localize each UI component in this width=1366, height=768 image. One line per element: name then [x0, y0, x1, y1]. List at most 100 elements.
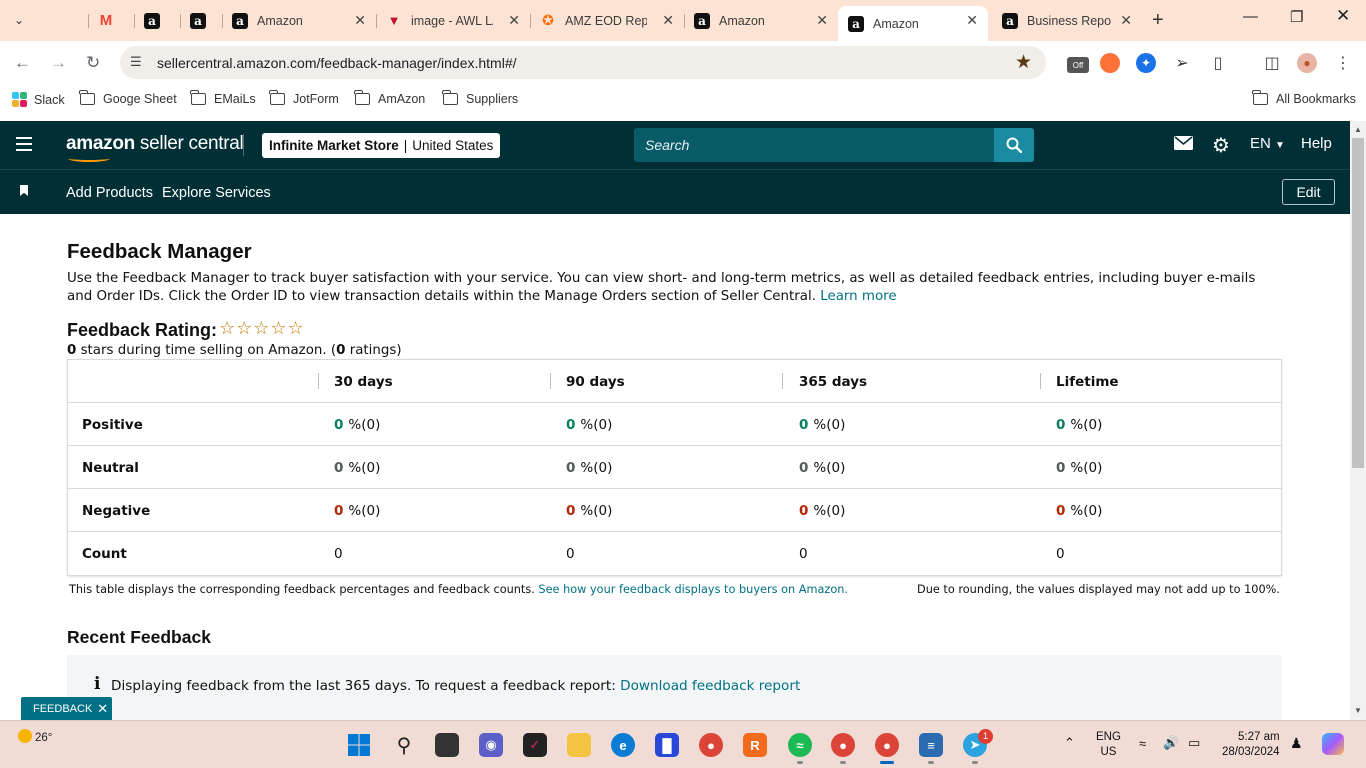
- search-icon[interactable]: ⚲: [392, 733, 416, 757]
- feedback-display-link[interactable]: See how your feedback displays to buyers…: [538, 583, 848, 596]
- media-app-icon[interactable]: ✓: [523, 733, 547, 757]
- tab-slack[interactable]: [42, 6, 89, 35]
- wifi-icon[interactable]: ≈: [1139, 736, 1146, 751]
- remote-app-icon[interactable]: R: [743, 733, 767, 757]
- close-window-icon[interactable]: ✕: [1336, 6, 1350, 26]
- address-bar[interactable]: ☰ sellercentral.amazon.com/feedback-mana…: [120, 46, 1046, 79]
- scroll-up-icon[interactable]: ▲: [1354, 125, 1362, 134]
- close-tab-icon[interactable]: ✕: [662, 12, 674, 29]
- spotify-icon[interactable]: ≈: [788, 733, 812, 757]
- tab-amazon-active[interactable]: a Amazon ✕: [838, 6, 988, 41]
- bookmark-folder-googe-sheet[interactable]: Googe Sheet: [79, 90, 177, 106]
- extension-cursor-icon[interactable]: ➢: [1172, 53, 1192, 73]
- tab-image-awl[interactable]: ▼ image - AWL LA ✕: [376, 6, 531, 35]
- tab-amazon-2[interactable]: a: [180, 6, 223, 35]
- seller-central-logo[interactable]: amazon seller central: [66, 133, 244, 162]
- tab-business-report[interactable]: a Business Report ✕: [992, 6, 1142, 35]
- gmail-icon: M: [99, 12, 113, 29]
- close-icon[interactable]: ✕: [97, 701, 108, 717]
- mail-icon[interactable]: [1174, 136, 1193, 154]
- new-tab-plus-icon[interactable]: +: [1152, 9, 1164, 32]
- feedback-table: 30 days 90 days 365 days Lifetime Positi…: [67, 359, 1282, 576]
- tray-chevron-icon[interactable]: ⌃: [1064, 735, 1075, 750]
- chrome-profile-icon[interactable]: ●: [831, 733, 855, 757]
- search-button[interactable]: [994, 128, 1034, 162]
- extension-orange-icon[interactable]: [1100, 53, 1120, 73]
- url-text[interactable]: sellercentral.amazon.com/feedback-manage…: [157, 55, 517, 71]
- tab-amazon-4[interactable]: a Amazon ✕: [684, 6, 838, 35]
- store-switcher[interactable]: Infinite Market Store | United States: [262, 133, 501, 158]
- teams-chat-icon[interactable]: ◉: [479, 733, 503, 757]
- battery-icon[interactable]: ▭: [1188, 735, 1200, 750]
- scrollbar-thumb[interactable]: [1352, 138, 1364, 468]
- notepad-icon[interactable]: ≡: [919, 733, 943, 757]
- weather-widget[interactable]: 26°: [18, 729, 52, 744]
- help-link[interactable]: Help: [1301, 135, 1332, 152]
- all-bookmarks[interactable]: All Bookmarks: [1252, 90, 1356, 106]
- bookmark-folder-emails[interactable]: EMaiLs: [190, 90, 256, 106]
- feedback-tab-button[interactable]: FEEDBACK ✕: [21, 697, 112, 720]
- chrome-active-icon[interactable]: ●: [875, 733, 899, 757]
- close-tab-icon[interactable]: ✕: [508, 12, 520, 29]
- site-info-icon[interactable]: ☰: [130, 54, 142, 70]
- settings-gear-icon[interactable]: ⚙: [1212, 133, 1230, 158]
- search-input[interactable]: [634, 128, 994, 162]
- tab-amazon-1[interactable]: a: [134, 6, 181, 35]
- hamburger-menu-icon[interactable]: [16, 137, 32, 155]
- download-feedback-report-link[interactable]: Download feedback report: [620, 678, 800, 694]
- scroll-down-icon[interactable]: ▼: [1354, 706, 1362, 715]
- folder-icon: [354, 90, 370, 105]
- close-tab-icon[interactable]: ✕: [966, 12, 978, 29]
- notification-bell-icon[interactable]: ♟: [1290, 736, 1303, 751]
- amazon-smile-icon: [68, 155, 110, 162]
- extensions-puzzle-icon[interactable]: ▯: [1208, 53, 1228, 73]
- page-scrollbar[interactable]: ▲ ▼: [1350, 121, 1366, 720]
- bookmark-folder-suppliers[interactable]: Suppliers: [442, 90, 518, 106]
- tab-search-chevron-icon[interactable]: ⌄: [6, 7, 32, 33]
- bookmark-label: Slack: [34, 92, 65, 107]
- edge-icon[interactable]: e: [611, 733, 635, 757]
- notification-badge: 1: [978, 729, 993, 744]
- nav-explore-services[interactable]: Explore Services: [162, 185, 271, 201]
- language-indicator[interactable]: ENG US: [1096, 730, 1121, 760]
- windows-start-icon[interactable]: [347, 733, 371, 757]
- side-panel-icon[interactable]: ◫: [1262, 53, 1282, 73]
- learn-more-link[interactable]: Learn more: [820, 289, 896, 304]
- lang-top: ENG: [1096, 731, 1121, 743]
- restore-icon[interactable]: ❐: [1290, 8, 1303, 26]
- close-tab-icon[interactable]: ✕: [354, 12, 366, 29]
- tab-amazon-3[interactable]: a Amazon ✕: [222, 6, 377, 35]
- edit-nav-button[interactable]: Edit: [1282, 179, 1335, 205]
- amazon-icon: a: [190, 12, 206, 29]
- reload-icon[interactable]: ↻: [86, 53, 100, 73]
- file-explorer-icon[interactable]: [567, 733, 591, 757]
- clock[interactable]: 5:27 am 28/03/2024: [1222, 730, 1280, 760]
- bookmark-folder-jotform[interactable]: JotForm: [269, 90, 339, 106]
- nav-add-products[interactable]: Add Products: [66, 185, 153, 201]
- copilot-icon[interactable]: [1322, 733, 1344, 760]
- close-tab-icon[interactable]: ✕: [816, 12, 828, 29]
- app-blue-icon[interactable]: █: [655, 733, 679, 757]
- task-view-icon[interactable]: [435, 733, 459, 757]
- bookmark-folder-amazon[interactable]: AmAzon: [354, 90, 425, 106]
- count-30-days: 0: [334, 545, 343, 562]
- forward-icon[interactable]: →: [50, 53, 67, 73]
- running-indicator: [797, 761, 803, 764]
- chrome-icon[interactable]: ●: [699, 733, 723, 757]
- extension-blue-icon[interactable]: ✦: [1136, 53, 1156, 73]
- close-tab-icon[interactable]: ✕: [1120, 12, 1132, 29]
- active-indicator: [880, 761, 894, 764]
- bookmark-star-icon[interactable]: ★: [1015, 51, 1032, 74]
- language-selector[interactable]: EN ▼: [1250, 135, 1285, 152]
- volume-icon[interactable]: 🔊: [1163, 735, 1179, 750]
- tab-gmail[interactable]: M: [88, 6, 135, 35]
- folder-icon: [190, 90, 206, 105]
- bookmark-slack[interactable]: Slack: [12, 92, 65, 107]
- browser-menu-icon[interactable]: ⋮: [1333, 53, 1353, 73]
- extension-off-icon[interactable]: Off: [1067, 57, 1089, 73]
- tab-amz-eod-report[interactable]: ✪ AMZ EOD Repo ✕: [530, 6, 685, 35]
- minimize-icon[interactable]: —: [1243, 8, 1258, 25]
- profile-avatar-icon[interactable]: ●: [1297, 53, 1317, 73]
- bookmark-icon[interactable]: [20, 185, 28, 196]
- back-icon[interactable]: ←: [14, 53, 31, 73]
